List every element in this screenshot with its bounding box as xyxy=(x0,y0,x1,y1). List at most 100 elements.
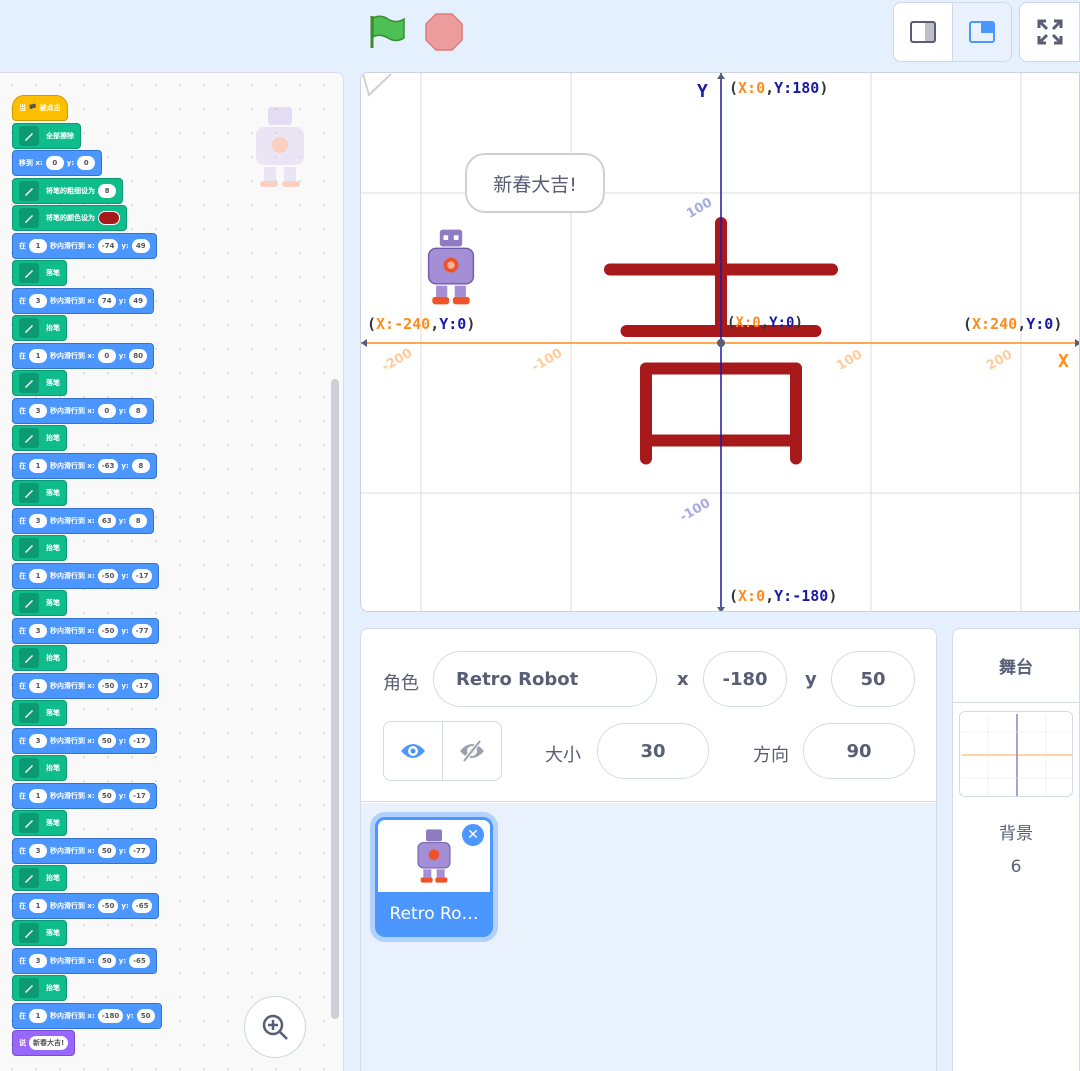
block-input[interactable]: 50 xyxy=(136,1008,155,1023)
block-input[interactable]: -77 xyxy=(129,843,150,858)
pen-block[interactable]: 抬笔 xyxy=(12,315,67,341)
block-input[interactable]: 8 xyxy=(129,403,148,418)
motion-block[interactable]: 在 3 秒内滑行到 x: 63 y: 8 xyxy=(12,507,155,534)
block-input[interactable]: -50 xyxy=(97,623,119,638)
motion-block[interactable]: 在 3 秒内滑行到 x: 50 y: -65 xyxy=(12,947,157,974)
fullscreen-button[interactable] xyxy=(1019,2,1080,62)
motion-block[interactable]: 在 3 秒内滑行到 x: 50 y: -77 xyxy=(12,837,157,864)
motion-block[interactable]: 在 1 秒内滑行到 x: -50 y: -65 xyxy=(12,892,160,919)
code-area[interactable]: 当 🏴 被点击 全部擦除 移到 x: 0 y: 0 将笔的粗细设为 8 将笔的颜色设为在 1 秒内滑… xyxy=(0,72,344,1071)
block-input[interactable]: 3 xyxy=(29,733,47,748)
block-input[interactable]: 74 xyxy=(97,293,116,308)
block-input[interactable]: -17 xyxy=(131,568,153,583)
block-input[interactable]: 8 xyxy=(129,513,148,528)
zoom-in-button[interactable] xyxy=(244,996,306,1058)
block-input[interactable]: 3 xyxy=(29,843,47,858)
stage[interactable]: Y (X:0,Y:180) (X:0,Y:-180) (X:-240,Y:0) … xyxy=(360,72,1080,612)
block-input[interactable]: -74 xyxy=(97,238,119,253)
block-input[interactable]: -50 xyxy=(97,568,119,583)
block-input[interactable]: 3 xyxy=(29,953,47,968)
pen-block[interactable]: 抬笔 xyxy=(12,865,67,891)
pen-block[interactable]: 抬笔 xyxy=(12,755,67,781)
block-input[interactable]: 3 xyxy=(29,513,47,528)
pen-block[interactable]: 抬笔 xyxy=(12,645,67,671)
block-input[interactable]: 1 xyxy=(29,678,47,693)
block-input[interactable]: -50 xyxy=(97,898,119,913)
block-input[interactable]: 0 xyxy=(97,348,116,363)
event-block[interactable]: 当 🏴 被点击 xyxy=(12,95,68,121)
block-input[interactable]: 3 xyxy=(29,403,47,418)
show-sprite-button[interactable] xyxy=(383,721,443,781)
pen-block[interactable]: 全部擦除 xyxy=(12,122,81,149)
stop-icon[interactable] xyxy=(424,12,464,52)
block-input[interactable]: 49 xyxy=(129,293,148,308)
pen-block[interactable]: 将笔的粗细设为 8 xyxy=(12,177,123,204)
pen-block[interactable]: 抬笔 xyxy=(12,535,67,561)
x-input[interactable]: -180 xyxy=(703,651,787,707)
block-input[interactable]: -17 xyxy=(131,678,153,693)
block-input[interactable]: 1 xyxy=(29,1008,47,1023)
pen-block[interactable]: 抬笔 xyxy=(12,425,67,451)
block-input[interactable]: 49 xyxy=(131,238,150,253)
block-input[interactable]: -65 xyxy=(131,898,153,913)
y-input[interactable]: 50 xyxy=(831,651,915,707)
block-input[interactable]: 8 xyxy=(98,183,116,198)
block-input[interactable]: 1 xyxy=(29,568,47,583)
block-input[interactable]: 新春大吉! xyxy=(29,1036,69,1050)
block-input[interactable]: -17 xyxy=(129,733,150,748)
pen-block[interactable]: 抬笔 xyxy=(12,975,67,1001)
motion-block[interactable]: 在 1 秒内滑行到 x: -50 y: -17 xyxy=(12,562,160,589)
pen-block[interactable]: 落笔 xyxy=(12,590,67,616)
large-stage-button[interactable] xyxy=(952,2,1012,62)
block-input[interactable]: -65 xyxy=(129,953,150,968)
block-input[interactable]: 1 xyxy=(29,788,47,803)
pen-block[interactable]: 落笔 xyxy=(12,480,67,506)
pen-block[interactable]: 落笔 xyxy=(12,920,67,946)
block-input[interactable]: -180 xyxy=(97,1008,124,1023)
small-stage-button[interactable] xyxy=(893,2,953,62)
block-input[interactable]: 3 xyxy=(29,293,47,308)
block-input[interactable]: 1 xyxy=(29,898,47,913)
size-input[interactable]: 30 xyxy=(597,723,709,779)
block-input[interactable]: 50 xyxy=(97,733,116,748)
block-input[interactable]: 80 xyxy=(129,348,148,363)
block-input[interactable]: 8 xyxy=(131,458,150,473)
motion-block[interactable]: 在 3 秒内滑行到 x: -50 y: -77 xyxy=(12,617,160,644)
pen-block[interactable]: 落笔 xyxy=(12,810,67,836)
block-input[interactable]: -17 xyxy=(129,788,150,803)
color-swatch[interactable] xyxy=(98,211,120,225)
motion-block[interactable]: 在 1 秒内滑行到 x: -74 y: 49 xyxy=(12,232,157,259)
sprite-name-input[interactable]: Retro Robot xyxy=(433,651,657,707)
stage-panel[interactable]: 舞台 背景 6 xyxy=(952,628,1080,1071)
motion-block[interactable]: 在 1 秒内滑行到 x: -63 y: 8 xyxy=(12,452,157,479)
block-input[interactable]: 3 xyxy=(29,623,47,638)
block-input[interactable]: -77 xyxy=(131,623,153,638)
code-scrollbar[interactable] xyxy=(331,379,339,1019)
block-input[interactable]: 50 xyxy=(97,788,116,803)
block-input[interactable]: 1 xyxy=(29,238,47,253)
motion-block[interactable]: 在 1 秒内滑行到 x: 0 y: 80 xyxy=(12,342,155,369)
pen-block[interactable]: 将笔的颜色设为 xyxy=(12,205,127,231)
pen-block[interactable]: 落笔 xyxy=(12,370,67,396)
direction-input[interactable]: 90 xyxy=(803,723,915,779)
block-input[interactable]: 1 xyxy=(29,348,47,363)
backdrop-thumbnail[interactable] xyxy=(959,711,1073,797)
motion-block[interactable]: 在 3 秒内滑行到 x: 0 y: 8 xyxy=(12,397,155,424)
motion-block[interactable]: 在 3 秒内滑行到 x: 74 y: 49 xyxy=(12,287,155,314)
block-input[interactable]: 0 xyxy=(45,156,64,170)
block-input[interactable]: 0 xyxy=(77,156,96,170)
block-input[interactable]: 50 xyxy=(97,843,116,858)
pen-block[interactable]: 落笔 xyxy=(12,700,67,726)
block-input[interactable]: -50 xyxy=(97,678,119,693)
block-input[interactable]: 0 xyxy=(97,403,116,418)
motion-block[interactable]: 在 1 秒内滑行到 x: -180 y: 50 xyxy=(12,1002,162,1029)
block-input[interactable]: 50 xyxy=(97,953,116,968)
motion-block[interactable]: 在 1 秒内滑行到 x: 50 y: -17 xyxy=(12,782,157,809)
motion-block[interactable]: 在 1 秒内滑行到 x: -50 y: -17 xyxy=(12,672,160,699)
green-flag-icon[interactable] xyxy=(368,14,408,50)
motion-block[interactable]: 在 3 秒内滑行到 x: 50 y: -17 xyxy=(12,727,157,754)
delete-sprite-icon[interactable]: ✕ xyxy=(460,822,486,848)
block-input[interactable]: 63 xyxy=(97,513,116,528)
block-input[interactable]: -63 xyxy=(97,458,119,473)
sprite-tile[interactable]: Retro Ro… ✕ xyxy=(375,817,493,937)
